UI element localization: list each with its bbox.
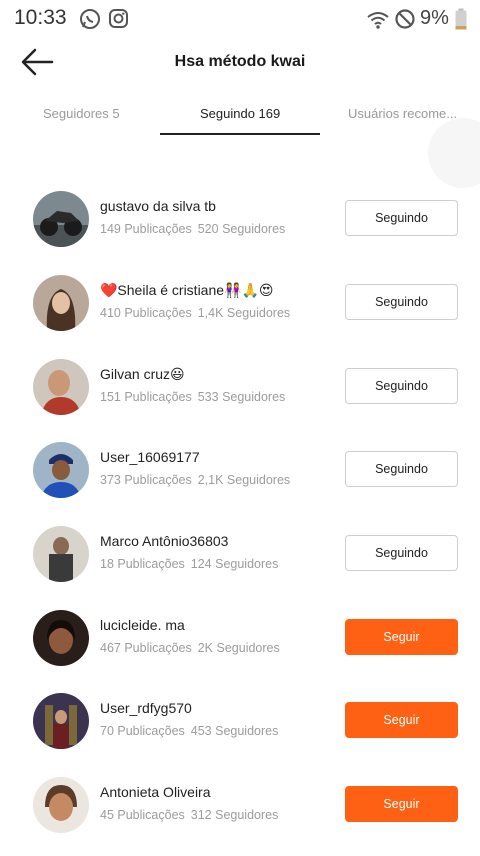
list-item[interactable]: gustavo da silva tb 149 Publicações 520 S…	[0, 175, 480, 259]
following-button[interactable]: Seguindo	[345, 451, 458, 487]
followers-count: 312 Seguidores	[190, 808, 279, 822]
user-stats: 410 Publicações 1,4K Seguidores	[100, 306, 290, 320]
followers-count: 520 Seguidores	[197, 222, 286, 236]
user-stats: 149 Publicações 520 Seguidores	[100, 222, 285, 236]
avatar[interactable]	[33, 191, 89, 247]
user-stats: 151 Publicações 533 Seguidores	[100, 390, 285, 404]
list-item[interactable]: lucicleide. ma 467 Publicações 2K Seguido…	[0, 594, 480, 678]
do-not-disturb-icon	[394, 8, 416, 35]
status-time: 10:33	[14, 6, 67, 29]
posts-count: 373 Publicações	[100, 473, 192, 487]
user-stats: 45 Publicações 312 Seguidores	[100, 808, 278, 822]
avatar[interactable]	[33, 275, 89, 331]
following-button[interactable]: Seguindo	[345, 284, 458, 320]
posts-count: 70 Publicações	[100, 724, 185, 738]
user-stats: 373 Publicações 2,1K Seguidores	[100, 473, 290, 487]
posts-count: 410 Publicações	[100, 306, 192, 320]
follow-button[interactable]: Seguir	[345, 702, 458, 738]
followers-count: 124 Seguidores	[190, 557, 279, 571]
list-item[interactable]: Marco Antônio36803 18 Publicações 124 Seg…	[0, 510, 480, 594]
posts-count: 149 Publicações	[100, 222, 192, 236]
posts-count: 467 Publicações	[100, 641, 192, 655]
avatar[interactable]	[33, 777, 89, 833]
header: Hsa método kwai	[0, 40, 480, 86]
avatar[interactable]	[33, 610, 89, 666]
tab-followers[interactable]: Seguidores 5	[43, 106, 120, 121]
tab-following[interactable]: Seguindo 169	[200, 106, 280, 121]
avatar[interactable]	[33, 359, 89, 415]
user-stats: 18 Publicações 124 Seguidores	[100, 557, 278, 571]
list-item[interactable]: User_16069177 373 Publicações 2,1K Seguid…	[0, 426, 480, 510]
user-name[interactable]: User_rdfyg570	[100, 700, 192, 716]
user-name[interactable]: lucicleide. ma	[100, 617, 185, 633]
wifi-icon	[366, 10, 390, 35]
user-name[interactable]: gustavo da silva tb	[100, 198, 216, 214]
following-button[interactable]: Seguindo	[345, 535, 458, 571]
followers-count: 1,4K Seguidores	[197, 306, 291, 320]
follow-button[interactable]: Seguir	[345, 786, 458, 822]
avatar[interactable]	[33, 693, 89, 749]
followers-count: 453 Seguidores	[190, 724, 279, 738]
user-stats: 467 Publicações 2K Seguidores	[100, 641, 280, 655]
user-name[interactable]: Gilvan cruz😃	[100, 366, 185, 383]
instagram-icon	[108, 8, 129, 34]
list-item[interactable]: User_rdfyg570 70 Publicações 453 Seguidor…	[0, 677, 480, 761]
user-stats: 70 Publicações 453 Seguidores	[100, 724, 278, 738]
list-item[interactable]: ❤️Sheila é cristiane👭🙏😍 410 Publicações 1…	[0, 259, 480, 343]
followers-count: 2,1K Seguidores	[197, 473, 291, 487]
posts-count: 45 Publicações	[100, 808, 185, 822]
tab-recommended-users[interactable]: Usuários recome...	[348, 106, 457, 121]
following-button[interactable]: Seguindo	[345, 200, 458, 236]
tab-bar: Seguidores 5 Seguindo 169 Usuários recom…	[0, 96, 480, 138]
posts-count: 18 Publicações	[100, 557, 185, 571]
status-bar: 10:33 9%	[0, 0, 480, 40]
follow-button[interactable]: Seguir	[345, 619, 458, 655]
followers-count: 533 Seguidores	[197, 390, 286, 404]
list-item[interactable]: Antonieta Oliveira 45 Publicações 312 Seg…	[0, 761, 480, 845]
avatar[interactable]	[33, 442, 89, 498]
posts-count: 151 Publicações	[100, 390, 192, 404]
user-name[interactable]: ❤️Sheila é cristiane👭🙏😍	[100, 282, 274, 299]
followers-count: 2K Seguidores	[197, 641, 280, 655]
avatar[interactable]	[33, 526, 89, 582]
battery-icon	[455, 8, 467, 35]
active-tab-indicator	[160, 133, 320, 135]
battery-percent: 9%	[420, 7, 449, 29]
list-item[interactable]: Gilvan cruz😃 151 Publicações 533 Seguidor…	[0, 343, 480, 427]
whatsapp-icon	[79, 8, 101, 35]
user-name[interactable]: User_16069177	[100, 449, 200, 465]
user-name[interactable]: Antonieta Oliveira	[100, 784, 211, 800]
user-name[interactable]: Marco Antônio36803	[100, 533, 228, 549]
page-title: Hsa método kwai	[174, 53, 306, 70]
following-button[interactable]: Seguindo	[345, 368, 458, 404]
